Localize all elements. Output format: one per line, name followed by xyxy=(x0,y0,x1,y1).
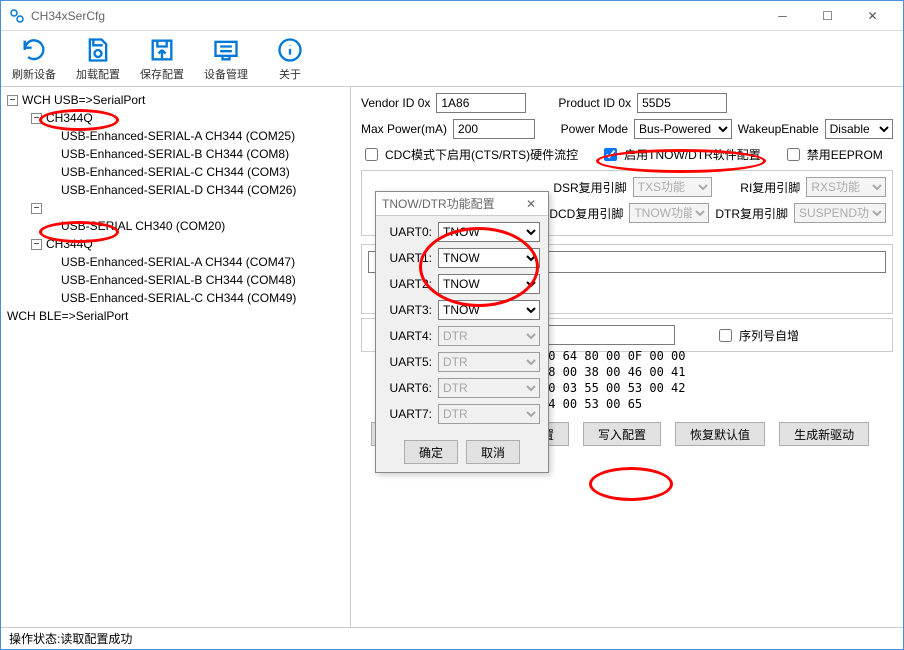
uart1-label: UART1: xyxy=(384,251,432,265)
vendor-label: Vendor ID 0x xyxy=(361,96,430,110)
gendrv-button[interactable]: 生成新驱动 xyxy=(779,422,869,446)
dialog-ok-button[interactable]: 确定 xyxy=(404,440,458,464)
tree-leaf[interactable]: USB-Enhanced-SERIAL-B CH344 (COM48) xyxy=(5,271,346,289)
dialog-cancel-button[interactable]: 取消 xyxy=(466,440,520,464)
vendor-input[interactable] xyxy=(436,93,526,113)
tree-leaf[interactable]: USB-Enhanced-SERIAL-D CH344 (COM26) xyxy=(5,181,346,199)
tree-root-ble[interactable]: WCH BLE=>SerialPort xyxy=(5,307,346,325)
save-button[interactable]: 保存配置 xyxy=(137,35,187,82)
restore-button[interactable]: 恢复默认值 xyxy=(675,422,765,446)
dtr-select: SUSPEND功能 xyxy=(794,203,886,223)
maxpower-label: Max Power(mA) xyxy=(361,122,447,136)
write-button[interactable]: 写入配置 xyxy=(583,422,661,446)
about-label: 关于 xyxy=(279,66,301,82)
minimize-button[interactable]: ─ xyxy=(760,1,805,31)
about-button[interactable]: 关于 xyxy=(265,35,315,82)
devmgr-button[interactable]: 设备管理 xyxy=(201,35,251,82)
load-button[interactable]: 加载配置 xyxy=(73,35,123,82)
wakeup-select[interactable]: Disable xyxy=(825,119,893,139)
expander-icon[interactable]: − xyxy=(7,95,18,106)
tree-node-ch344q-1[interactable]: −CH344Q xyxy=(5,109,346,127)
tree-leaf[interactable]: USB-SERIAL CH340 (COM20) xyxy=(5,217,346,235)
serial-auto-checkbox[interactable]: 序列号自增 xyxy=(715,326,799,345)
tree-leaf[interactable]: USB-Enhanced-SERIAL-A CH344 (COM25) xyxy=(5,127,346,145)
uart2-select[interactable]: TNOW xyxy=(438,274,540,294)
dsr-label: DSR复用引脚 xyxy=(553,179,626,196)
tree-leaf[interactable]: USB-Enhanced-SERIAL-B CH344 (COM8) xyxy=(5,145,346,163)
refresh-button[interactable]: 刷新设备 xyxy=(9,35,59,82)
load-label: 加载配置 xyxy=(76,66,120,82)
app-window: CH34xSerCfg ─ ☐ ✕ 刷新设备 加载配置 保存配置 设备管理 关于 xyxy=(0,0,904,650)
maxpower-input[interactable] xyxy=(453,119,535,139)
eeprom-checkbox[interactable]: 禁用EEPROM xyxy=(783,145,883,164)
refresh-label: 刷新设备 xyxy=(12,66,56,82)
uart5-label: UART5: xyxy=(384,355,432,369)
expander-icon[interactable]: − xyxy=(31,113,42,124)
app-icon xyxy=(9,8,25,24)
uart3-label: UART3: xyxy=(384,303,432,317)
tnow-checkbox[interactable]: 启用TNOW/DTR软件配置 xyxy=(600,145,761,164)
window-title: CH34xSerCfg xyxy=(31,9,760,23)
uart5-select: DTR xyxy=(438,352,540,372)
uart0-select[interactable]: TNOW xyxy=(438,222,540,242)
maximize-button[interactable]: ☐ xyxy=(805,1,850,31)
toolbar: 刷新设备 加载配置 保存配置 设备管理 关于 xyxy=(1,31,903,87)
dcd-select: TNOW功能 xyxy=(629,203,709,223)
dsr-select: TXS功能 xyxy=(633,177,713,197)
status-text: 操作状态:读取配置成功 xyxy=(9,630,132,647)
uart0-label: UART0: xyxy=(384,225,432,239)
cdc-checkbox[interactable]: CDC模式下启用(CTS/RTS)硬件流控 xyxy=(361,145,578,164)
expander-icon[interactable]: − xyxy=(31,203,42,214)
tree-leaf[interactable]: USB-Enhanced-SERIAL-C CH344 (COM49) xyxy=(5,289,346,307)
expander-icon[interactable]: − xyxy=(31,239,42,250)
dtr-label: DTR复用引脚 xyxy=(715,205,788,222)
tnow-dtr-dialog: TNOW/DTR功能配置 ✕ UART0: TNOW UART1: TNOW UAR… xyxy=(375,191,549,473)
ri-label: RI复用引脚 xyxy=(740,179,800,196)
status-bar: 操作状态:读取配置成功 xyxy=(1,627,903,649)
product-label: Product ID 0x xyxy=(558,96,631,110)
uart4-label: UART4: xyxy=(384,329,432,343)
devmgr-label: 设备管理 xyxy=(204,66,248,82)
uart6-label: UART6: xyxy=(384,381,432,395)
uart7-select: DTR xyxy=(438,404,540,424)
uart3-select[interactable]: TNOW xyxy=(438,300,540,320)
tree-node-ch344q-2[interactable]: −CH344Q xyxy=(5,235,346,253)
uart1-select[interactable]: TNOW xyxy=(438,248,540,268)
uart6-select: DTR xyxy=(438,378,540,398)
powermode-select[interactable]: Bus-Powered xyxy=(634,119,732,139)
hex-display: 80 64 80 00 0F 00 00 38 00 38 00 46 00 4… xyxy=(541,348,893,412)
titlebar: CH34xSerCfg ─ ☐ ✕ xyxy=(1,1,903,31)
uart7-label: UART7: xyxy=(384,407,432,421)
ri-select: RXS功能 xyxy=(806,177,886,197)
product-input[interactable] xyxy=(637,93,727,113)
tree-leaf[interactable]: USB-Enhanced-SERIAL-C CH344 (COM3) xyxy=(5,163,346,181)
uart2-label: UART2: xyxy=(384,277,432,291)
dcd-label: DCD复用引脚 xyxy=(549,205,623,222)
wakeup-label: WakeupEnable xyxy=(738,122,819,136)
save-label: 保存配置 xyxy=(140,66,184,82)
tree-node-blank[interactable]: − xyxy=(5,199,346,217)
tree-root-usb[interactable]: −WCH USB=>SerialPort xyxy=(5,91,346,109)
tree-leaf[interactable]: USB-Enhanced-SERIAL-A CH344 (COM47) xyxy=(5,253,346,271)
powermode-label: Power Mode xyxy=(561,122,628,136)
uart4-select: DTR xyxy=(438,326,540,346)
dialog-title: TNOW/DTR功能配置 xyxy=(382,195,495,212)
dialog-close-icon[interactable]: ✕ xyxy=(520,197,542,211)
close-button[interactable]: ✕ xyxy=(850,1,895,31)
device-tree[interactable]: −WCH USB=>SerialPort −CH344Q USB-Enhance… xyxy=(1,87,351,627)
